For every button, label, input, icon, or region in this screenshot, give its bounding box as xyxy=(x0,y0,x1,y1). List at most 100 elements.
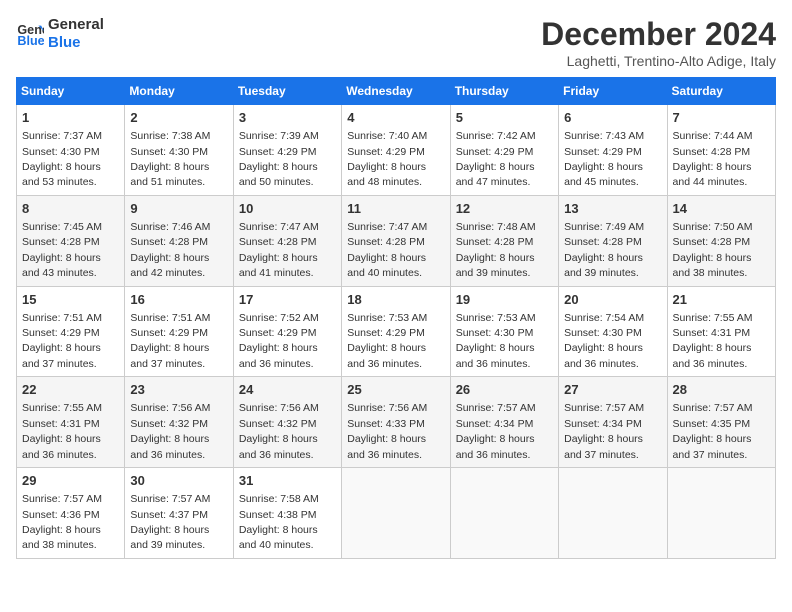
day-info: Sunrise: 7:52 AMSunset: 4:29 PMDaylight:… xyxy=(239,312,319,370)
calendar-week-row: 15 Sunrise: 7:51 AMSunset: 4:29 PMDayligh… xyxy=(17,286,776,377)
col-friday: Friday xyxy=(559,78,667,105)
day-info: Sunrise: 7:51 AMSunset: 4:29 PMDaylight:… xyxy=(130,312,210,370)
day-info: Sunrise: 7:57 AMSunset: 4:34 PMDaylight:… xyxy=(564,402,644,460)
table-row: 21 Sunrise: 7:55 AMSunset: 4:31 PMDayligh… xyxy=(667,286,775,377)
day-info: Sunrise: 7:57 AMSunset: 4:37 PMDaylight:… xyxy=(130,493,210,551)
day-number: 13 xyxy=(564,200,661,218)
day-info: Sunrise: 7:47 AMSunset: 4:28 PMDaylight:… xyxy=(347,221,427,279)
table-row: 9 Sunrise: 7:46 AMSunset: 4:28 PMDaylight… xyxy=(125,195,233,286)
table-row: 26 Sunrise: 7:57 AMSunset: 4:34 PMDayligh… xyxy=(450,377,558,468)
calendar-week-row: 1Sunrise: 7:37 AMSunset: 4:30 PMDaylight… xyxy=(17,105,776,196)
col-tuesday: Tuesday xyxy=(233,78,341,105)
table-row: 6 Sunrise: 7:43 AMSunset: 4:29 PMDaylight… xyxy=(559,105,667,196)
table-row: 25Sunrise: 7:56 AMSunset: 4:33 PMDayligh… xyxy=(342,377,450,468)
table-row: 19Sunrise: 7:53 AMSunset: 4:30 PMDayligh… xyxy=(450,286,558,377)
day-number: 28 xyxy=(673,381,770,399)
col-wednesday: Wednesday xyxy=(342,78,450,105)
day-info: Sunrise: 7:55 AMSunset: 4:31 PMDaylight:… xyxy=(673,312,753,370)
col-saturday: Saturday xyxy=(667,78,775,105)
calendar-table: Sunday Monday Tuesday Wednesday Thursday… xyxy=(16,77,776,559)
table-row: 12 Sunrise: 7:48 AMSunset: 4:28 PMDayligh… xyxy=(450,195,558,286)
day-number: 14 xyxy=(673,200,770,218)
day-info: Sunrise: 7:57 AMSunset: 4:36 PMDaylight:… xyxy=(22,493,102,551)
table-row: 16 Sunrise: 7:51 AMSunset: 4:29 PMDayligh… xyxy=(125,286,233,377)
day-number: 20 xyxy=(564,291,661,309)
day-number: 3 xyxy=(239,109,336,127)
table-row: 17Sunrise: 7:52 AMSunset: 4:29 PMDayligh… xyxy=(233,286,341,377)
day-number: 9 xyxy=(130,200,227,218)
table-row xyxy=(559,468,667,559)
page-header: General Blue General Blue December 2024 … xyxy=(16,16,776,69)
table-row: 2 Sunrise: 7:38 AMSunset: 4:30 PMDaylight… xyxy=(125,105,233,196)
logo-icon: General Blue xyxy=(16,20,44,48)
day-number: 2 xyxy=(130,109,227,127)
table-row: 11 Sunrise: 7:47 AMSunset: 4:28 PMDayligh… xyxy=(342,195,450,286)
day-info: Sunrise: 7:57 AMSunset: 4:35 PMDaylight:… xyxy=(673,402,753,460)
day-info: Sunrise: 7:46 AMSunset: 4:28 PMDaylight:… xyxy=(130,221,210,279)
month-title: December 2024 xyxy=(541,16,776,53)
day-number: 31 xyxy=(239,472,336,490)
day-info: Sunrise: 7:38 AMSunset: 4:30 PMDaylight:… xyxy=(130,130,210,188)
calendar-header-row: Sunday Monday Tuesday Wednesday Thursday… xyxy=(17,78,776,105)
table-row xyxy=(342,468,450,559)
table-row: 30 Sunrise: 7:57 AMSunset: 4:37 PMDayligh… xyxy=(125,468,233,559)
table-row: 10 Sunrise: 7:47 AMSunset: 4:28 PMDayligh… xyxy=(233,195,341,286)
day-info: Sunrise: 7:50 AMSunset: 4:28 PMDaylight:… xyxy=(673,221,753,279)
col-thursday: Thursday xyxy=(450,78,558,105)
table-row: 28 Sunrise: 7:57 AMSunset: 4:35 PMDayligh… xyxy=(667,377,775,468)
table-row: 23Sunrise: 7:56 AMSunset: 4:32 PMDayligh… xyxy=(125,377,233,468)
title-area: December 2024 Laghetti, Trentino-Alto Ad… xyxy=(541,16,776,69)
day-info: Sunrise: 7:53 AMSunset: 4:30 PMDaylight:… xyxy=(456,312,536,370)
logo: General Blue General Blue xyxy=(16,16,104,52)
table-row: 3 Sunrise: 7:39 AMSunset: 4:29 PMDaylight… xyxy=(233,105,341,196)
table-row: 29Sunrise: 7:57 AMSunset: 4:36 PMDayligh… xyxy=(17,468,125,559)
day-number: 6 xyxy=(564,109,661,127)
logo-text: General Blue xyxy=(48,16,104,52)
col-sunday: Sunday xyxy=(17,78,125,105)
day-info: Sunrise: 7:53 AMSunset: 4:29 PMDaylight:… xyxy=(347,312,427,370)
col-monday: Monday xyxy=(125,78,233,105)
day-info: Sunrise: 7:49 AMSunset: 4:28 PMDaylight:… xyxy=(564,221,644,279)
day-number: 7 xyxy=(673,109,770,127)
day-info: Sunrise: 7:47 AMSunset: 4:28 PMDaylight:… xyxy=(239,221,319,279)
day-number: 10 xyxy=(239,200,336,218)
table-row: 15 Sunrise: 7:51 AMSunset: 4:29 PMDayligh… xyxy=(17,286,125,377)
day-number: 12 xyxy=(456,200,553,218)
day-info: Sunrise: 7:56 AMSunset: 4:32 PMDaylight:… xyxy=(239,402,319,460)
table-row: 1Sunrise: 7:37 AMSunset: 4:30 PMDaylight… xyxy=(17,105,125,196)
table-row: 4Sunrise: 7:40 AMSunset: 4:29 PMDaylight… xyxy=(342,105,450,196)
day-number: 15 xyxy=(22,291,119,309)
table-row: 8Sunrise: 7:45 AMSunset: 4:28 PMDaylight… xyxy=(17,195,125,286)
table-row: 14 Sunrise: 7:50 AMSunset: 4:28 PMDayligh… xyxy=(667,195,775,286)
day-info: Sunrise: 7:43 AMSunset: 4:29 PMDaylight:… xyxy=(564,130,644,188)
table-row: 7 Sunrise: 7:44 AMSunset: 4:28 PMDaylight… xyxy=(667,105,775,196)
day-info: Sunrise: 7:44 AMSunset: 4:28 PMDaylight:… xyxy=(673,130,753,188)
day-info: Sunrise: 7:58 AMSunset: 4:38 PMDaylight:… xyxy=(239,493,319,551)
day-info: Sunrise: 7:51 AMSunset: 4:29 PMDaylight:… xyxy=(22,312,102,370)
day-info: Sunrise: 7:40 AMSunset: 4:29 PMDaylight:… xyxy=(347,130,427,188)
day-number: 25 xyxy=(347,381,444,399)
day-number: 27 xyxy=(564,381,661,399)
calendar-week-row: 22Sunrise: 7:55 AMSunset: 4:31 PMDayligh… xyxy=(17,377,776,468)
day-number: 21 xyxy=(673,291,770,309)
svg-text:Blue: Blue xyxy=(17,34,44,48)
day-number: 18 xyxy=(347,291,444,309)
table-row xyxy=(450,468,558,559)
day-number: 16 xyxy=(130,291,227,309)
day-info: Sunrise: 7:57 AMSunset: 4:34 PMDaylight:… xyxy=(456,402,536,460)
table-row: 31 Sunrise: 7:58 AMSunset: 4:38 PMDayligh… xyxy=(233,468,341,559)
table-row xyxy=(667,468,775,559)
day-info: Sunrise: 7:39 AMSunset: 4:29 PMDaylight:… xyxy=(239,130,319,188)
day-info: Sunrise: 7:55 AMSunset: 4:31 PMDaylight:… xyxy=(22,402,102,460)
day-info: Sunrise: 7:45 AMSunset: 4:28 PMDaylight:… xyxy=(22,221,102,279)
day-number: 26 xyxy=(456,381,553,399)
table-row: 5Sunrise: 7:42 AMSunset: 4:29 PMDaylight… xyxy=(450,105,558,196)
table-row: 27 Sunrise: 7:57 AMSunset: 4:34 PMDayligh… xyxy=(559,377,667,468)
day-number: 1 xyxy=(22,109,119,127)
day-number: 11 xyxy=(347,200,444,218)
day-number: 30 xyxy=(130,472,227,490)
day-info: Sunrise: 7:56 AMSunset: 4:32 PMDaylight:… xyxy=(130,402,210,460)
day-info: Sunrise: 7:42 AMSunset: 4:29 PMDaylight:… xyxy=(456,130,536,188)
day-info: Sunrise: 7:48 AMSunset: 4:28 PMDaylight:… xyxy=(456,221,536,279)
table-row: 18 Sunrise: 7:53 AMSunset: 4:29 PMDayligh… xyxy=(342,286,450,377)
